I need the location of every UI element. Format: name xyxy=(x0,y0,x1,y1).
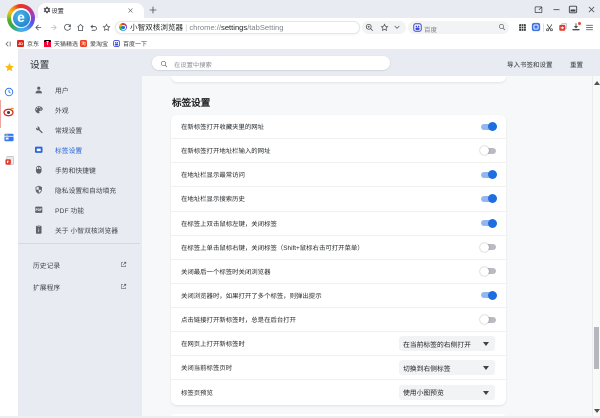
svg-text:PDF: PDF xyxy=(36,208,42,212)
